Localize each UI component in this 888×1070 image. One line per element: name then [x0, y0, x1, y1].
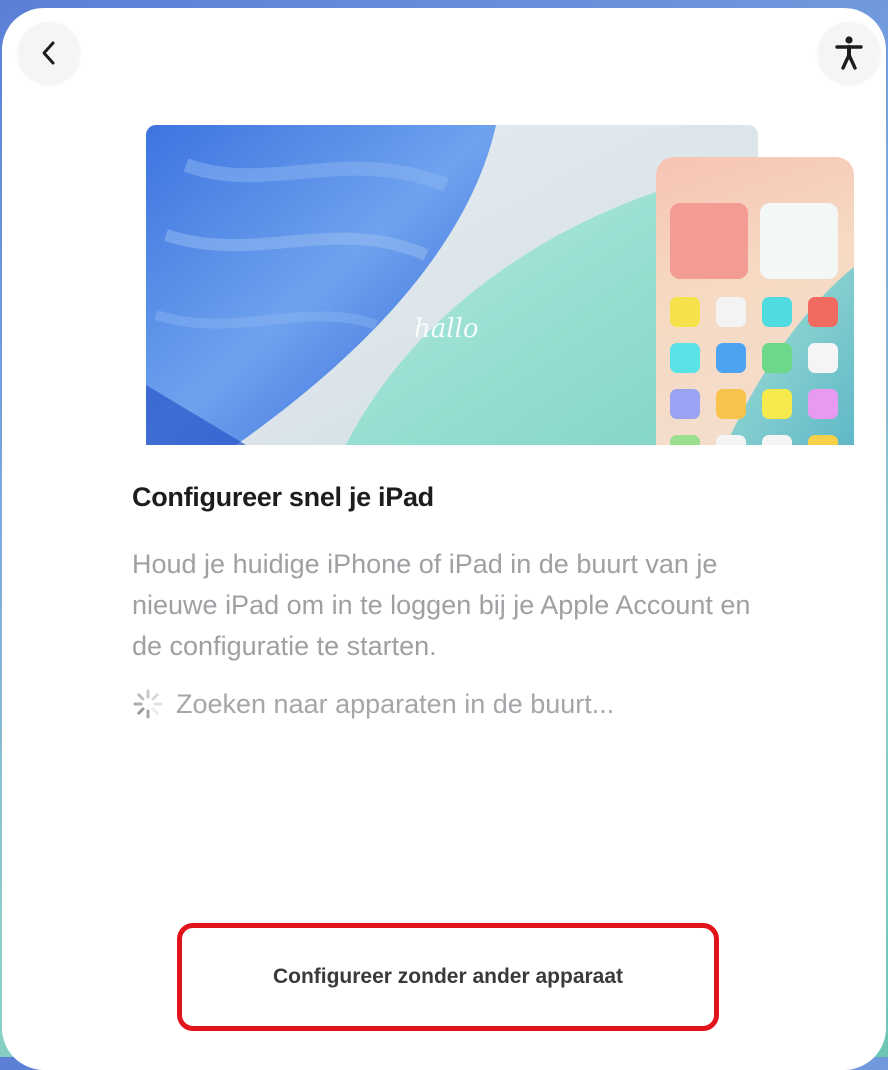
activity-spinner-icon — [133, 689, 163, 719]
accessibility-icon — [835, 36, 863, 70]
chevron-left-icon — [42, 41, 55, 65]
back-button[interactable] — [18, 22, 80, 84]
setup-sheet: hallo Configureer snel je iPad Houd je h… — [2, 8, 886, 1070]
search-status: Zoeken naar apparaten in de buurt... — [132, 688, 614, 720]
search-status-label: Zoeken naar apparaten in de buurt... — [176, 688, 615, 719]
setup-without-device-button[interactable]: Configureer zonder ander apparaat — [177, 923, 719, 1031]
accessibility-button[interactable] — [818, 22, 880, 84]
phone-illustration — [656, 157, 854, 445]
page-title: Configureer snel je iPad — [132, 482, 434, 512]
hero-illustration: hallo — [146, 125, 854, 445]
description-text: Houd je huidige iPhone of iPad in de buu… — [132, 549, 751, 661]
hallo-text: hallo — [414, 314, 479, 344]
